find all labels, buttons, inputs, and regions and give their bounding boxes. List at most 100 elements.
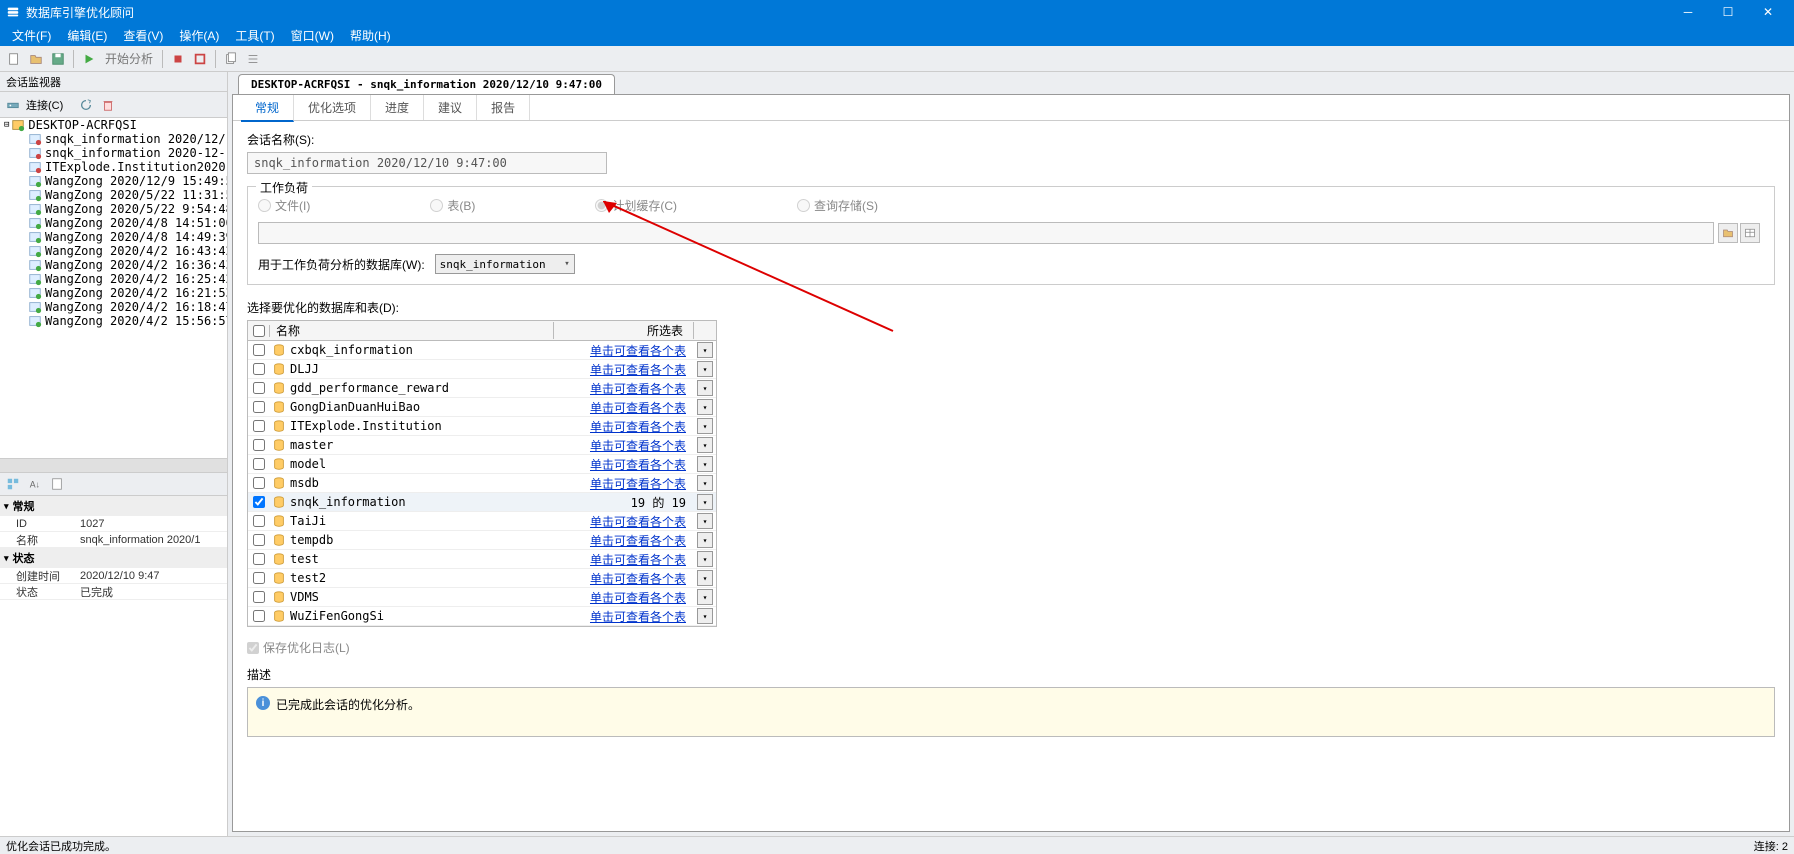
row-checkbox[interactable] — [253, 439, 265, 451]
view-tables-link[interactable]: 单击可查看各个表 — [590, 401, 686, 415]
dropdown-icon[interactable]: ▾ — [697, 608, 713, 624]
dropdown-icon[interactable]: ▾ — [697, 513, 713, 529]
new-icon[interactable] — [4, 49, 24, 69]
menu-window[interactable]: 窗口(W) — [283, 24, 342, 46]
prop-v-status[interactable]: 已完成 — [80, 584, 227, 600]
tree-hscroll[interactable] — [0, 458, 227, 472]
view-tables-link[interactable]: 单击可查看各个表 — [590, 515, 686, 529]
tree-item[interactable]: WangZong 2020/4/2 16:43:42 — [0, 244, 227, 258]
row-checkbox[interactable] — [253, 496, 265, 508]
table-row[interactable]: msdb单击可查看各个表▾ — [248, 474, 716, 493]
view-tables-link[interactable]: 单击可查看各个表 — [590, 572, 686, 586]
dropdown-icon[interactable]: ▾ — [697, 418, 713, 434]
dropdown-icon[interactable]: ▾ — [697, 437, 713, 453]
prop-cat-general[interactable]: 常规 — [0, 496, 227, 516]
copy-icon[interactable] — [221, 49, 241, 69]
tree-item[interactable]: ITExplode.Institution2020-12-9 1 — [0, 160, 227, 174]
dropdown-icon[interactable]: ▾ — [697, 551, 713, 567]
table-row[interactable]: test单击可查看各个表▾ — [248, 550, 716, 569]
table-row[interactable]: master单击可查看各个表▾ — [248, 436, 716, 455]
dropdown-icon[interactable]: ▾ — [697, 380, 713, 396]
stop-icon[interactable] — [168, 49, 188, 69]
tab-progress[interactable]: 进度 — [371, 95, 424, 120]
view-tables-link[interactable]: 单击可查看各个表 — [590, 344, 686, 358]
tree-item[interactable]: WangZong 2020/5/22 9:54:48 — [0, 202, 227, 216]
maximize-button[interactable]: ☐ — [1708, 0, 1748, 24]
stop2-icon[interactable] — [190, 49, 210, 69]
prop-cat-status[interactable]: 状态 — [0, 548, 227, 568]
radio-query-store[interactable]: 查询存储(S) — [797, 197, 878, 214]
row-checkbox[interactable] — [253, 458, 265, 470]
workload-db-combo[interactable]: snqk_information — [435, 254, 575, 274]
row-checkbox[interactable] — [253, 363, 265, 375]
table-row[interactable]: cxbqk_information单击可查看各个表▾ — [248, 341, 716, 360]
table-row[interactable]: snqk_information19 的 19▾ — [248, 493, 716, 512]
prop-v-created[interactable]: 2020/12/10 9:47 — [80, 570, 227, 582]
table-row[interactable]: TaiJi单击可查看各个表▾ — [248, 512, 716, 531]
tree-item[interactable]: WangZong 2020/4/2 16:25:42 — [0, 272, 227, 286]
row-checkbox[interactable] — [253, 591, 265, 603]
menu-action[interactable]: 操作(A) — [171, 24, 227, 46]
table-row[interactable]: gdd_performance_reward单击可查看各个表▾ — [248, 379, 716, 398]
dropdown-icon[interactable]: ▾ — [697, 494, 713, 510]
table-row[interactable]: WuZiFenGongSi单击可查看各个表▾ — [248, 607, 716, 626]
dropdown-icon[interactable]: ▾ — [697, 342, 713, 358]
row-checkbox[interactable] — [253, 401, 265, 413]
menu-tools[interactable]: 工具(T) — [227, 24, 282, 46]
view-tables-link[interactable]: 单击可查看各个表 — [590, 382, 686, 396]
close-button[interactable]: ✕ — [1748, 0, 1788, 24]
menu-help[interactable]: 帮助(H) — [342, 24, 399, 46]
select-all-checkbox[interactable] — [253, 325, 265, 337]
list-icon[interactable] — [243, 49, 263, 69]
row-checkbox[interactable] — [253, 534, 265, 546]
menu-view[interactable]: 查看(V) — [115, 24, 171, 46]
view-tables-link[interactable]: 单击可查看各个表 — [590, 610, 686, 624]
col-name[interactable]: 名称 — [270, 322, 554, 339]
categorize-icon[interactable] — [4, 475, 22, 493]
table-row[interactable]: GongDianDuanHuiBao单击可查看各个表▾ — [248, 398, 716, 417]
save-log-checkbox[interactable]: 保存优化日志(L) — [247, 639, 1775, 656]
tree-item[interactable]: snqk_information 2020-12-10 09:4 — [0, 146, 227, 160]
row-checkbox[interactable] — [253, 420, 265, 432]
session-tree[interactable]: ⊟ DESKTOP-ACRFQSI snqk_information 2020/… — [0, 118, 227, 458]
table-row[interactable]: DLJJ单击可查看各个表▾ — [248, 360, 716, 379]
view-tables-link[interactable]: 单击可查看各个表 — [590, 534, 686, 548]
dropdown-icon[interactable]: ▾ — [697, 532, 713, 548]
open-icon[interactable] — [26, 49, 46, 69]
table-row[interactable]: VDMS单击可查看各个表▾ — [248, 588, 716, 607]
row-checkbox[interactable] — [253, 610, 265, 622]
menu-file[interactable]: 文件(F) — [4, 24, 59, 46]
tree-item[interactable]: WangZong 2020/4/2 16:18:47 — [0, 300, 227, 314]
tree-item[interactable]: WangZong 2020/4/2 16:21:53 — [0, 286, 227, 300]
table-row[interactable]: ITExplode.Institution单击可查看各个表▾ — [248, 417, 716, 436]
prop-v-id[interactable]: 1027 — [80, 518, 227, 530]
refresh-icon[interactable] — [77, 96, 95, 114]
tab-general[interactable]: 常规 — [241, 95, 294, 122]
connect-icon[interactable] — [4, 96, 22, 114]
table-row[interactable]: tempdb单击可查看各个表▾ — [248, 531, 716, 550]
tab-recommendations[interactable]: 建议 — [424, 95, 477, 120]
row-checkbox[interactable] — [253, 515, 265, 527]
save-icon[interactable] — [48, 49, 68, 69]
prop-page-icon[interactable] — [48, 475, 66, 493]
view-tables-link[interactable]: 单击可查看各个表 — [590, 591, 686, 605]
row-checkbox[interactable] — [253, 477, 265, 489]
sort-icon[interactable]: A↓ — [26, 475, 44, 493]
view-tables-link[interactable]: 单击可查看各个表 — [590, 477, 686, 491]
tree-item[interactable]: WangZong 2020/4/8 14:49:39 — [0, 230, 227, 244]
prop-v-name[interactable]: snqk_information 2020/1 — [80, 534, 227, 546]
dropdown-icon[interactable]: ▾ — [697, 361, 713, 377]
row-checkbox[interactable] — [253, 572, 265, 584]
play-icon[interactable] — [79, 49, 99, 69]
view-tables-link[interactable]: 单击可查看各个表 — [590, 420, 686, 434]
radio-file[interactable]: 文件(I) — [258, 197, 310, 214]
row-checkbox[interactable] — [253, 553, 265, 565]
connect-label[interactable]: 连接(C) — [26, 97, 63, 113]
radio-table[interactable]: 表(B) — [430, 197, 475, 214]
view-tables-link[interactable]: 单击可查看各个表 — [590, 363, 686, 377]
tree-item[interactable]: snqk_information 2020/12/10 9:47 — [0, 132, 227, 146]
browse-table-icon[interactable] — [1740, 223, 1760, 243]
dropdown-icon[interactable]: ▾ — [697, 399, 713, 415]
dropdown-icon[interactable]: ▾ — [697, 475, 713, 491]
browse-file-icon[interactable] — [1718, 223, 1738, 243]
